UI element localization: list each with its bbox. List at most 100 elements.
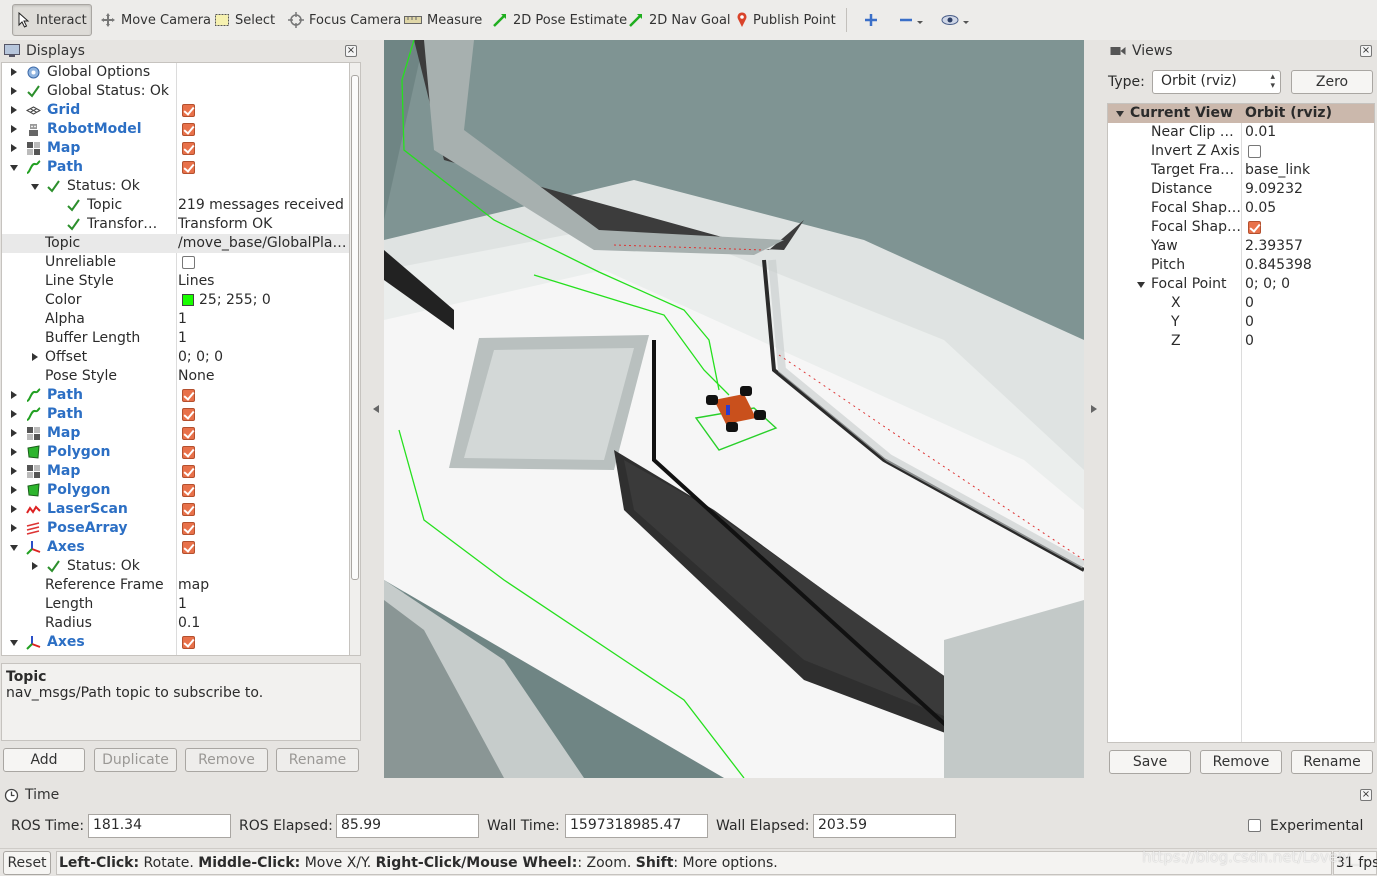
interact-tool-button[interactable]: Interact	[12, 4, 92, 36]
publish-point-tool-button[interactable]: Publish Point	[732, 4, 840, 36]
measure-tool-button[interactable]: Measure	[400, 4, 486, 36]
collapse-arrow-icon[interactable]	[1116, 111, 1124, 117]
focal-shape-checkbox[interactable]	[1248, 221, 1261, 234]
expand-arrow-icon[interactable]	[32, 353, 38, 361]
panels-visibility-button[interactable]	[937, 4, 975, 36]
enabled-checkbox[interactable]	[182, 427, 195, 440]
expand-arrow-icon[interactable]	[11, 391, 17, 399]
tree-row-global-status[interactable]: Global Status: Ok	[2, 82, 349, 101]
tree-row-path-status[interactable]: Status: Ok	[2, 177, 349, 196]
select-tool-button[interactable]: Select	[210, 4, 279, 36]
collapse-arrow-icon[interactable]	[10, 165, 18, 171]
enabled-checkbox[interactable]	[182, 104, 195, 117]
expand-arrow-icon[interactable]	[11, 429, 17, 437]
tree-row-laserscan[interactable]: LaserScan	[2, 500, 349, 519]
expand-arrow-icon[interactable]	[11, 68, 17, 76]
rename-view-button[interactable]: Rename	[1291, 750, 1373, 774]
tree-row-polygon-2[interactable]: Polygon	[2, 481, 349, 500]
tree-row-unreliable[interactable]: Unreliable	[2, 253, 349, 272]
collapse-arrow-icon[interactable]	[1137, 282, 1145, 288]
view-row-focal-shape-fixed[interactable]: Focal Shap…	[1108, 218, 1374, 237]
enabled-checkbox[interactable]	[182, 389, 195, 402]
zero-view-button[interactable]: Zero	[1291, 70, 1373, 94]
time-close-button[interactable]: ×	[1360, 789, 1372, 801]
expand-arrow-icon[interactable]	[11, 505, 17, 513]
tree-row-reference-frame[interactable]: Reference Frame map	[2, 576, 349, 595]
color-swatch[interactable]	[182, 294, 194, 306]
expand-arrow-icon[interactable]	[11, 144, 17, 152]
tree-row-map-3[interactable]: Map	[2, 462, 349, 481]
enabled-checkbox[interactable]	[182, 142, 195, 155]
expand-arrow-icon[interactable]	[32, 562, 38, 570]
tree-row-axes[interactable]: Axes	[2, 538, 349, 557]
enabled-checkbox[interactable]	[182, 446, 195, 459]
enabled-checkbox[interactable]	[182, 484, 195, 497]
reset-button[interactable]: Reset	[3, 851, 51, 875]
scrollbar-thumb[interactable]	[351, 75, 359, 580]
view-row-invert-z[interactable]: Invert Z Axis	[1108, 142, 1374, 161]
topic-value-field[interactable]: /move_base/GlobalPla…	[178, 234, 348, 253]
render-viewport[interactable]	[384, 40, 1084, 778]
tree-row-buffer-length[interactable]: Buffer Length 1	[2, 329, 349, 348]
collapse-arrow-icon[interactable]	[10, 640, 18, 646]
tree-row-map[interactable]: Map	[2, 139, 349, 158]
enabled-checkbox[interactable]	[182, 123, 195, 136]
view-row-focal-shape-size[interactable]: Focal Shap… 0.05	[1108, 199, 1374, 218]
tree-row-status-topic[interactable]: Topic 219 messages received	[2, 196, 349, 215]
enabled-checkbox[interactable]	[182, 408, 195, 421]
enabled-checkbox[interactable]	[182, 636, 195, 649]
tree-row-path-2[interactable]: Path	[2, 386, 349, 405]
tree-row-grid[interactable]: Grid	[2, 101, 349, 120]
expand-arrow-icon[interactable]	[11, 87, 17, 95]
displays-scrollbar[interactable]	[349, 62, 361, 656]
tree-row-radius[interactable]: Radius 0.1	[2, 614, 349, 633]
view-row-target-frame[interactable]: Target Fra… base_link	[1108, 161, 1374, 180]
view-row-y[interactable]: Y 0	[1108, 313, 1374, 332]
tree-row-color[interactable]: Color 25; 255; 0	[2, 291, 349, 310]
tree-row-axes-status[interactable]: Status: Ok	[2, 557, 349, 576]
enabled-checkbox[interactable]	[182, 522, 195, 535]
remove-display-button[interactable]: Remove	[185, 748, 268, 772]
right-splitter-arrow[interactable]	[1091, 405, 1097, 413]
expand-arrow-icon[interactable]	[11, 486, 17, 494]
view-row-focal-point[interactable]: Focal Point 0; 0; 0	[1108, 275, 1374, 294]
view-row-z[interactable]: Z 0	[1108, 332, 1374, 351]
view-row-distance[interactable]: Distance 9.09232	[1108, 180, 1374, 199]
save-view-button[interactable]: Save	[1109, 750, 1191, 774]
tree-row-line-style[interactable]: Line Style Lines	[2, 272, 349, 291]
2d-nav-goal-tool-button[interactable]: 2D Nav Goal	[624, 4, 735, 36]
ros-time-field[interactable]: 181.34	[88, 814, 231, 838]
view-row-yaw[interactable]: Yaw 2.39357	[1108, 237, 1374, 256]
expand-arrow-icon[interactable]	[11, 467, 17, 475]
remove-view-button[interactable]: Remove	[1200, 750, 1282, 774]
expand-arrow-icon[interactable]	[11, 125, 17, 133]
view-type-select[interactable]: Orbit (rviz) ▴ ▾	[1152, 70, 1281, 94]
add-tool-button[interactable]	[860, 4, 882, 36]
wall-elapsed-field[interactable]: 203.59	[813, 814, 956, 838]
enabled-checkbox[interactable]	[182, 503, 195, 516]
expand-arrow-icon[interactable]	[11, 410, 17, 418]
tree-row-length[interactable]: Length 1	[2, 595, 349, 614]
tree-row-pose-style[interactable]: Pose Style None	[2, 367, 349, 386]
displays-close-button[interactable]: ×	[345, 45, 357, 57]
tree-row-offset[interactable]: Offset 0; 0; 0	[2, 348, 349, 367]
tree-row-global-options[interactable]: Global Options	[2, 63, 349, 82]
enabled-checkbox[interactable]	[182, 161, 195, 174]
tree-row-status-transform[interactable]: Transfor… Transform OK	[2, 215, 349, 234]
tree-row-map-2[interactable]: Map	[2, 424, 349, 443]
focus-camera-tool-button[interactable]: Focus Camera	[284, 4, 405, 36]
remove-tool-button[interactable]	[895, 4, 929, 36]
duplicate-display-button[interactable]: Duplicate	[94, 748, 177, 772]
invert-z-checkbox[interactable]	[1248, 145, 1261, 158]
view-row-x[interactable]: X 0	[1108, 294, 1374, 313]
expand-arrow-icon[interactable]	[11, 448, 17, 456]
move-camera-tool-button[interactable]: Move Camera	[96, 4, 215, 36]
collapse-arrow-icon[interactable]	[10, 545, 18, 551]
tree-row-alpha[interactable]: Alpha 1	[2, 310, 349, 329]
unreliable-checkbox[interactable]	[182, 256, 195, 269]
tree-row-path[interactable]: Path	[2, 158, 349, 177]
current-view-header-row[interactable]: Current View Orbit (rviz)	[1108, 104, 1374, 123]
tree-row-robotmodel[interactable]: RobotModel	[2, 120, 349, 139]
collapse-arrow-icon[interactable]	[31, 184, 39, 190]
tree-row-polygon[interactable]: Polygon	[2, 443, 349, 462]
